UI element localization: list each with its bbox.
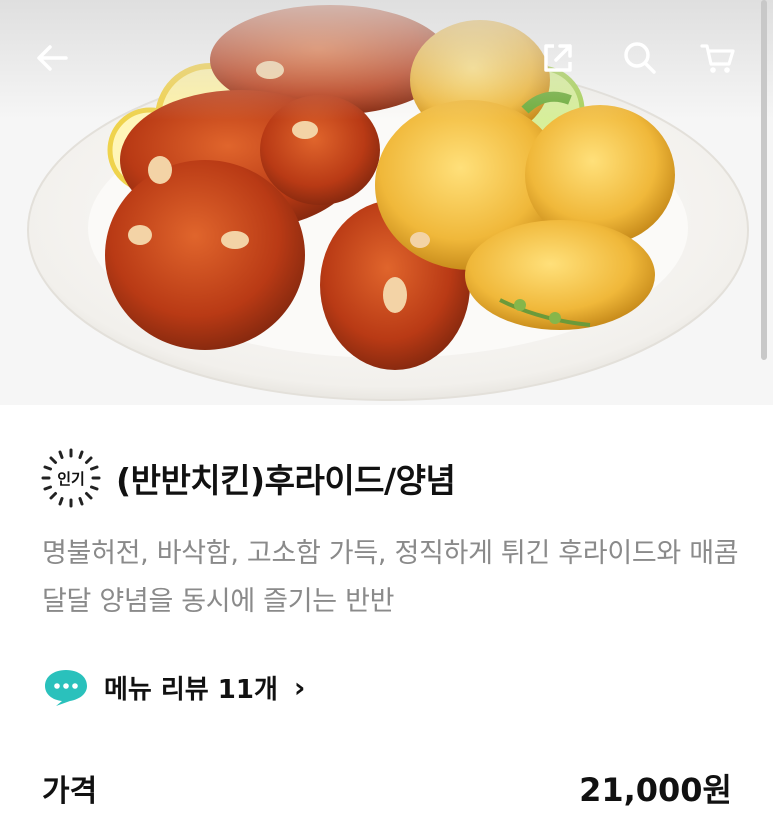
arrow-left-icon: [37, 45, 68, 71]
popular-badge: 인기: [40, 447, 102, 509]
price-row: 가격 21,000원: [42, 760, 732, 816]
badge-label: 인기: [57, 469, 85, 488]
chevron-right-icon: ›: [293, 670, 306, 704]
menu-review-link[interactable]: 메뉴 리뷰 11개 ›: [42, 663, 305, 711]
price-value: 21,000원: [579, 771, 732, 809]
search-icon: [624, 42, 656, 74]
top-navigation-bar: [0, 0, 773, 120]
product-title: (반반치킨)후라이드/양념: [116, 461, 456, 500]
cart-button[interactable]: [690, 30, 746, 86]
product-description: 명불허전, 바삭함, 고소함 가득, 정직하게 튀긴 후라이드와 매콤달달 양념…: [42, 538, 739, 617]
share-icon: [544, 44, 572, 72]
review-count-label: 메뉴 리뷰 11개: [104, 674, 278, 705]
search-button[interactable]: [612, 30, 668, 86]
price-label: 가격: [42, 774, 98, 809]
cart-icon: [700, 44, 735, 73]
speech-bubble-icon: [45, 670, 87, 706]
share-button[interactable]: [530, 30, 586, 86]
back-button[interactable]: [24, 30, 80, 86]
product-title-row: 인기 (반반치킨)후라이드/양념: [40, 443, 456, 513]
